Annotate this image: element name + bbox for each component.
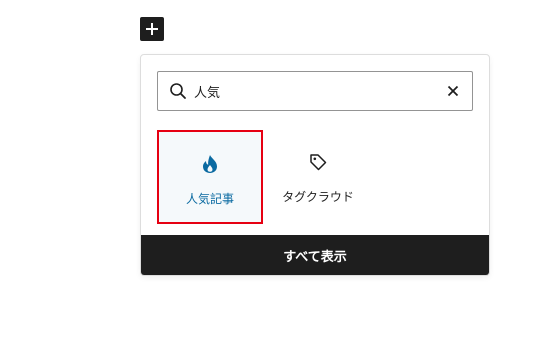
search-icon bbox=[168, 81, 188, 101]
tag-icon bbox=[309, 150, 327, 174]
browse-all-button[interactable]: すべて表示 bbox=[141, 235, 489, 275]
clear-search-button[interactable] bbox=[444, 82, 462, 100]
block-result-label: タグクラウド bbox=[282, 190, 354, 204]
search-field[interactable] bbox=[157, 71, 473, 111]
close-icon bbox=[447, 85, 459, 97]
block-result-label: 人気記事 bbox=[185, 192, 234, 206]
editor-canvas: 人気記事 タグクラウド すべて表示 bbox=[0, 0, 545, 344]
flame-icon bbox=[202, 152, 218, 176]
block-result-tag-cloud[interactable]: タグクラウド bbox=[265, 130, 371, 224]
add-block-button[interactable] bbox=[140, 17, 164, 41]
block-inserter-popover: 人気記事 タグクラウド すべて表示 bbox=[140, 54, 490, 276]
plus-icon bbox=[146, 23, 158, 35]
search-input[interactable] bbox=[194, 83, 424, 99]
block-result-popular-posts[interactable]: 人気記事 bbox=[157, 130, 263, 224]
